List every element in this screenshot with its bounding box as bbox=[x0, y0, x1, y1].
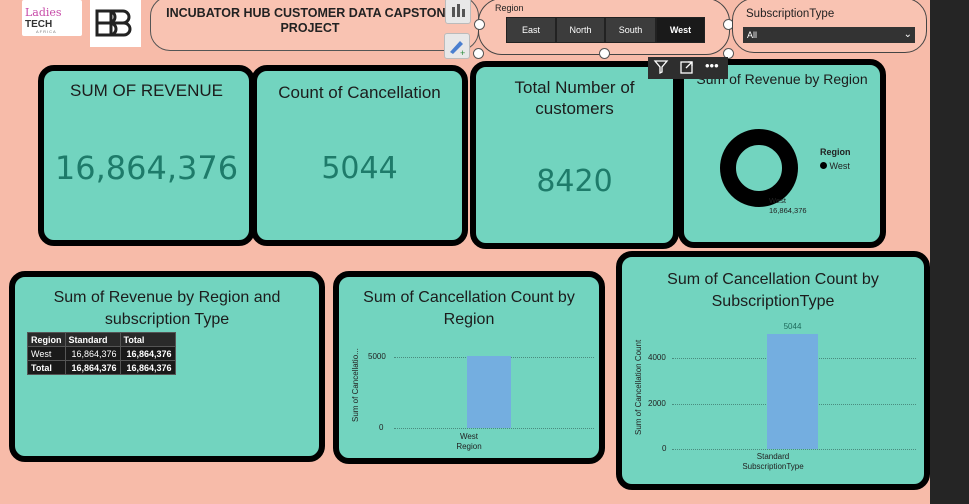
chart2-ytick: 2000 bbox=[648, 399, 666, 408]
chart1-xlabel: Region bbox=[456, 442, 482, 451]
subscription-slicer-label: SubscriptionType bbox=[746, 8, 835, 20]
chart2-ylabel: Sum of Cancellation Count bbox=[634, 339, 643, 435]
svg-text:+: + bbox=[460, 48, 465, 58]
chart2-xtick: Standard bbox=[756, 452, 790, 461]
donut-data-label: West 16,864,376 bbox=[769, 196, 807, 216]
report-title-box: INCUBATOR HUB CUSTOMER DATA CAPSTONE PRO… bbox=[150, 0, 479, 51]
chevron-down-icon: ⌄ bbox=[903, 29, 912, 40]
donut-legend-title: Region bbox=[820, 147, 851, 157]
matrix-cell: 16,864,376 bbox=[64, 360, 121, 375]
chart-icon[interactable] bbox=[445, 0, 471, 24]
matrix-cell: 16,864,376 bbox=[119, 360, 176, 375]
filter-icon[interactable] bbox=[653, 59, 669, 78]
matrix-cell: Total bbox=[27, 360, 66, 375]
region-option-east[interactable]: East bbox=[506, 17, 556, 43]
resize-handle[interactable] bbox=[473, 48, 484, 59]
chart1-ylabel: Sum of Cancellatio... bbox=[351, 348, 360, 422]
matrix-cell: West bbox=[27, 346, 66, 361]
matrix-header-cell: Region bbox=[27, 332, 66, 347]
subscription-dropdown[interactable]: All ⌄ bbox=[743, 27, 915, 43]
cancellation-card-title: Count of Cancellation bbox=[278, 83, 441, 102]
resize-handle[interactable] bbox=[599, 48, 610, 59]
customers-value: 8420 bbox=[536, 164, 613, 199]
matrix-row: West 16,864,376 16,864,376 bbox=[27, 346, 176, 361]
cancellation-by-subscription-card: Sum of Cancellation Count by Subscriptio… bbox=[616, 251, 930, 490]
chart2-data-label: 5044 bbox=[783, 322, 802, 332]
donut-legend-item: West bbox=[820, 161, 850, 171]
region-option-north[interactable]: North bbox=[556, 17, 605, 43]
chart2-title: Sum of Cancellation Count by Subscriptio… bbox=[667, 271, 879, 310]
cancellation-by-region-card: Sum of Cancellation Count by Region Sum … bbox=[333, 271, 605, 464]
revenue-card-title: SUM OF REVENUE bbox=[69, 81, 224, 100]
chart1-ytick: 0 bbox=[379, 423, 384, 432]
customers-card: Total Number of customers 8420 bbox=[470, 61, 679, 249]
matrix-cell: 16,864,376 bbox=[64, 346, 121, 361]
revenue-card: SUM OF REVENUE 16,864,376 bbox=[38, 65, 255, 246]
donut-slice-west bbox=[720, 129, 798, 207]
chart2-bar-standard[interactable] bbox=[767, 334, 818, 449]
matrix-card: Sum of Revenue by Region and subscriptio… bbox=[9, 271, 325, 462]
chart1-ytick: 5000 bbox=[368, 352, 386, 361]
chart1-bar-west[interactable] bbox=[467, 356, 511, 428]
region-option-west[interactable]: West bbox=[656, 17, 705, 43]
matrix-header-row: Region Standard Total bbox=[27, 332, 176, 347]
resize-handle[interactable] bbox=[474, 19, 485, 30]
report-canvas: Ladies TECH AFRICA INCUBATOR HUB CUSTOME… bbox=[0, 0, 930, 504]
chart2-xlabel: SubscriptionType bbox=[742, 462, 804, 471]
cancellation-value: 5044 bbox=[321, 151, 398, 186]
customers-card-title: Total Number of customers bbox=[514, 78, 635, 118]
chart1-title: Sum of Cancellation Count by Region bbox=[363, 289, 575, 328]
logo-line1: Ladies bbox=[25, 6, 62, 19]
donut-label-value: 16,864,376 bbox=[769, 206, 807, 215]
matrix-title: Sum of Revenue by Region and subscriptio… bbox=[53, 289, 281, 328]
focus-mode-icon[interactable] bbox=[679, 59, 695, 78]
chart1-gridline bbox=[394, 428, 594, 429]
chart2-ytick: 4000 bbox=[648, 353, 666, 362]
visual-toolbar: ••• bbox=[648, 57, 728, 79]
donut-legend-label: West bbox=[829, 161, 850, 171]
matrix-header-cell: Total bbox=[119, 332, 176, 347]
subscription-dropdown-value: All bbox=[747, 30, 758, 40]
chart1-xtick: West bbox=[459, 432, 479, 441]
more-options-icon[interactable]: ••• bbox=[705, 58, 719, 73]
revenue-value: 16,864,376 bbox=[54, 149, 239, 187]
matrix-total-row: Total 16,864,376 16,864,376 bbox=[27, 360, 176, 375]
report-title: INCUBATOR HUB CUSTOMER DATA CAPSTONE PRO… bbox=[166, 6, 454, 35]
region-option-south[interactable]: South bbox=[605, 17, 656, 43]
bb-logo bbox=[90, 0, 141, 47]
matrix-header-cell: Standard bbox=[64, 332, 121, 347]
donut-label-name: West bbox=[769, 196, 786, 205]
cancellation-card: Count of Cancellation 5044 bbox=[251, 65, 468, 246]
donut-card: Sum of Revenue by Region Region West Wes… bbox=[678, 59, 886, 248]
logo-line3: AFRICA bbox=[36, 29, 57, 34]
chart2-gridline bbox=[672, 449, 916, 450]
ladies-in-tech-logo: Ladies TECH AFRICA bbox=[22, 0, 82, 36]
revenue-matrix: Region Standard Total West 16,864,376 16… bbox=[27, 332, 176, 375]
matrix-cell: 16,864,376 bbox=[119, 346, 176, 361]
format-painter-icon[interactable]: + bbox=[444, 33, 470, 59]
region-slicer-label: Region bbox=[495, 3, 524, 13]
right-panel-edge bbox=[930, 0, 969, 504]
